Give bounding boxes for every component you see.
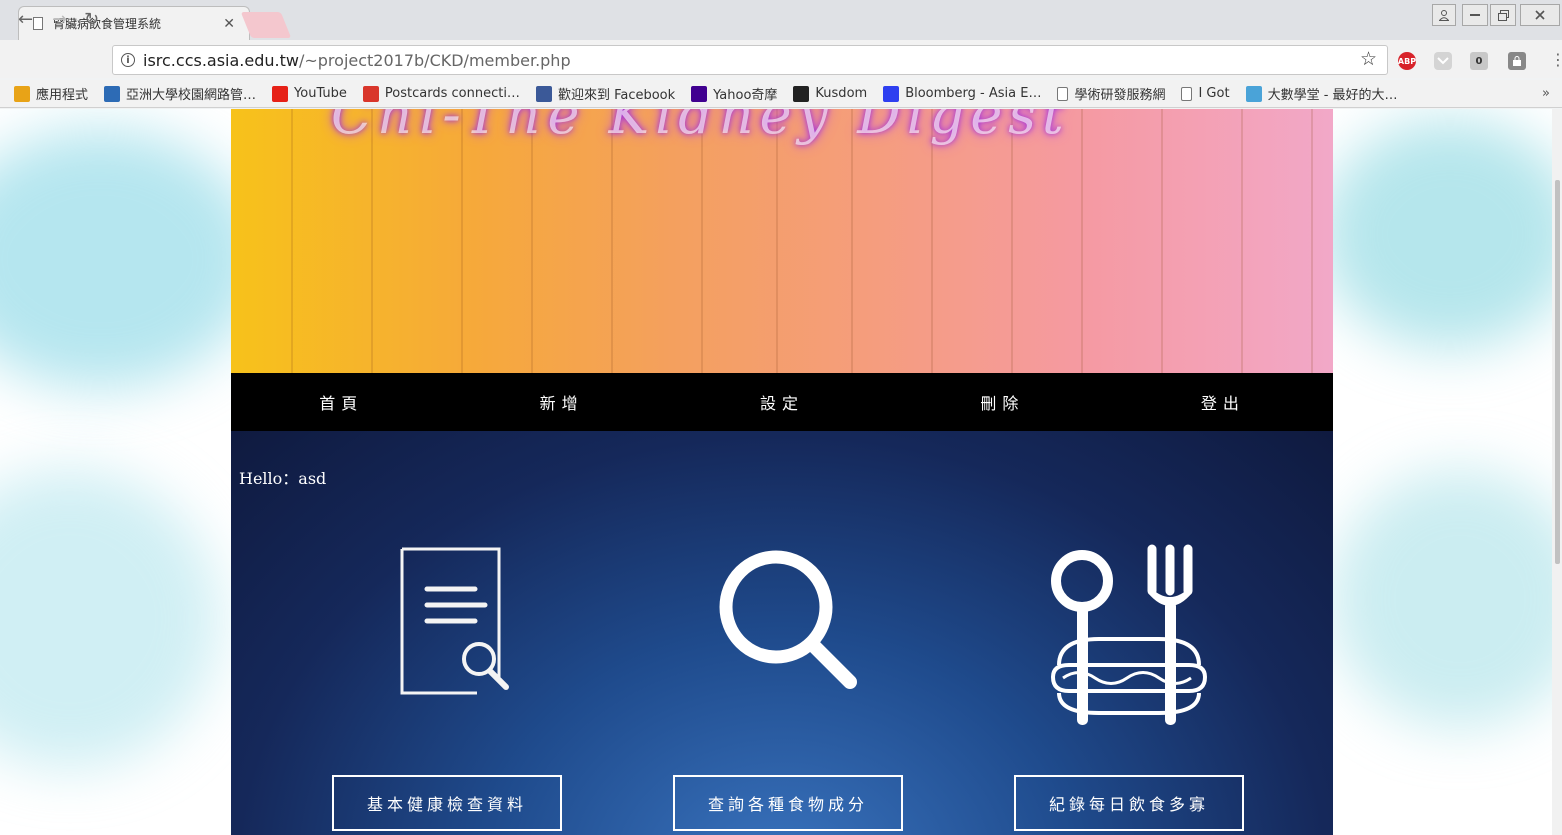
bookmark-star-icon[interactable]: ☆ [1360,48,1377,70]
pocket-icon[interactable] [1434,52,1452,70]
bookmark-label: 學術研發服務網 [1074,88,1166,103]
bookmark-label: Postcards connecti… [384,86,520,101]
bookmark-label: 大數學堂 - 最好的大… [1267,88,1398,103]
greeting-text: Hello：asd [239,469,327,488]
daily-intake-record-button[interactable]: 紀錄每日飲食多寡 [1014,775,1244,831]
nav-home[interactable]: 首頁 [231,373,451,431]
main-navbar: 首頁 新增 設定 刪除 登出 [231,373,1333,431]
bookmark-item[interactable]: 歡迎來到 Facebook [535,84,676,103]
apps-grid-icon [14,85,30,102]
back-arrow-icon[interactable]: ← [18,9,33,30]
bookmark-label: Yahoo奇摩 [713,88,778,103]
kusdom-icon [793,85,810,102]
health-check-data-button[interactable]: 基本健康檢查資料 [332,775,562,831]
bookmark-label: 亞洲大學校園網路管… [126,88,257,103]
feature-food-search [673,541,903,701]
feature-health-report [332,541,562,701]
member-content: Hello：asd 基本健康檢查資料 查詢各種食物成分 紀錄每日飲食多寡 [231,431,1333,835]
scrollbar-thumb[interactable] [1555,180,1560,564]
page-icon [1057,86,1069,101]
bookmark-item[interactable]: 大數學堂 - 最好的大… [1245,84,1398,103]
menu-icon[interactable]: ⋮ [1550,50,1562,69]
bookmark-item[interactable]: 應用程式 [14,84,88,103]
maximize-icon[interactable] [1490,4,1516,26]
bookmark-item[interactable]: Bloomberg - Asia E… [883,85,1042,102]
site-container: Chi-The Kidney Digest 首頁 新增 設定 刪除 登出 Hel… [231,109,1333,835]
tab-strip: 腎臟病飲食管理系統 ✕ [0,0,1562,40]
food-composition-search-button[interactable]: 查詢各種食物成分 [673,775,903,831]
close-tab-icon[interactable]: ✕ [223,16,235,32]
watercolor-left-bottom [0,469,220,769]
bookmark-item[interactable]: YouTube [272,85,347,102]
page-icon [1181,86,1193,101]
search-icon[interactable] [708,541,868,701]
bookmark-item[interactable]: Yahoo奇摩 [691,84,777,103]
address-bar[interactable]: i isrc.ccs.asia.edu.tw/~project2017b/CKD… [112,45,1388,75]
banner-logo: Chi-The Kidney Digest [331,109,1070,146]
extension-counter-icon[interactable]: 0 [1470,52,1488,70]
watercolor-right-top [1320,119,1552,349]
site-info-icon[interactable]: i [121,53,135,67]
page-icon [33,17,43,30]
nav-delete[interactable]: 刪除 [892,373,1112,431]
postcrossing-icon [362,85,379,102]
watercolor-right-bottom [1330,469,1552,729]
nav-add[interactable]: 新增 [451,373,671,431]
bookmark-item[interactable]: Postcards connecti… [362,85,520,102]
feature-daily-meal [1014,541,1244,731]
bookmark-label: YouTube [294,86,347,101]
bookmark-item[interactable]: I Got [1181,86,1230,101]
bookmark-item[interactable]: 亞洲大學校園網路管… [104,84,256,103]
yahoo-icon [691,85,708,102]
adblock-icon[interactable]: ABP [1398,52,1416,70]
forward-arrow-icon[interactable]: → [52,9,67,30]
tab-title: 腎臟病飲食管理系統 [53,17,162,31]
bookmark-item[interactable]: 學術研發服務網 [1057,84,1165,103]
bookmark-label: 應用程式 [36,88,89,103]
page-viewport: Chi-The Kidney Digest 首頁 新增 設定 刪除 登出 Hel… [0,109,1552,835]
nav-logout[interactable]: 登出 [1113,373,1333,431]
bookmark-label: 歡迎來到 Facebook [557,88,676,103]
health-report-icon[interactable] [377,541,517,701]
minimize-icon[interactable] [1462,4,1488,26]
bookmark-label: Bloomberg - Asia E… [905,86,1042,101]
bookmark-icon [1245,85,1262,102]
meal-utensils-icon[interactable] [1039,541,1219,731]
bookmarks-overflow-icon[interactable]: » [1542,86,1550,101]
bookmarks-bar: 應用程式 亞洲大學校園網路管… YouTube Postcards connecti…… [0,80,1562,108]
nav-settings[interactable]: 設定 [672,373,892,431]
bookmark-item[interactable]: Kusdom [793,85,868,102]
bloomberg-icon [883,85,900,102]
bookmark-label: I Got [1198,86,1230,101]
close-window-icon[interactable] [1520,4,1560,26]
profile-icon[interactable] [1432,4,1456,26]
lock-extension-icon[interactable] [1508,52,1526,70]
reload-icon[interactable]: ↻ [84,9,99,30]
youtube-icon [272,85,289,102]
facebook-icon [535,85,552,102]
url-path: /~project2017b/CKD/member.php [298,50,571,70]
watercolor-left-top [0,129,260,389]
asia-univ-icon [104,85,121,102]
header-banner: Chi-The Kidney Digest [231,109,1333,373]
bookmark-label: Kusdom [815,86,868,101]
url-host: isrc.ccs.asia.edu.tw [143,50,299,70]
